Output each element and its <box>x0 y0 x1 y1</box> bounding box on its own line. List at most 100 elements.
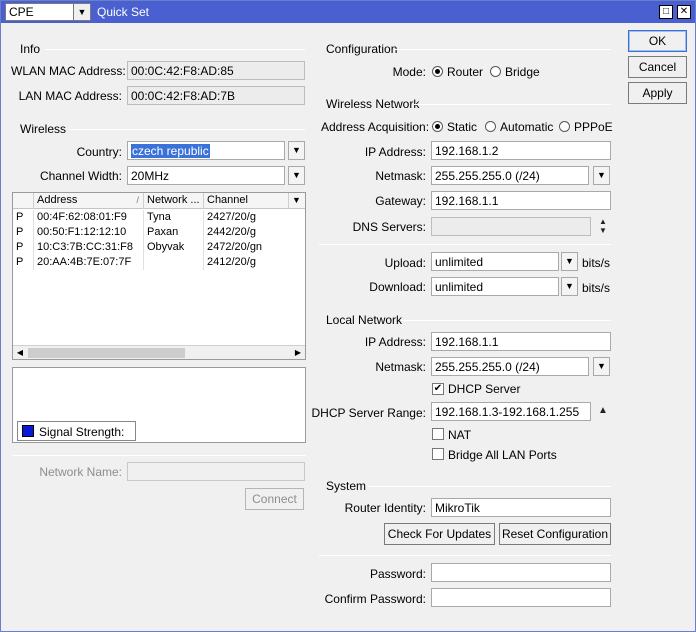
chevron-down-icon: ▼ <box>292 145 301 155</box>
dhcp-range-field[interactable]: 192.168.1.3-192.168.1.255 <box>431 402 591 421</box>
lan-netmask-dropdown-button[interactable]: ▼ <box>593 357 610 376</box>
upload-unit: bits/s <box>582 256 611 270</box>
dhcp-server-checkbox[interactable]: ✔ <box>432 383 444 395</box>
row-address: 00:4F:62:08:01:F9 <box>34 210 144 225</box>
reset-configuration-button[interactable]: Reset Configuration <box>499 523 611 545</box>
connect-button[interactable]: Connect <box>245 488 304 510</box>
download-unit: bits/s <box>582 281 611 295</box>
nat-checkbox[interactable] <box>432 428 444 440</box>
column-header-flag[interactable] <box>13 193 34 209</box>
chevron-down-icon[interactable]: ▼ <box>73 4 90 20</box>
country-select[interactable]: czech republic <box>127 141 285 160</box>
ok-button[interactable]: OK <box>628 30 687 52</box>
local-network-group-label: Local Network <box>326 313 403 327</box>
wireless-network-group-label: Wireless Network <box>326 97 420 111</box>
lan-netmask-label: Netmask: <box>375 360 426 374</box>
acq-static-radio[interactable] <box>432 121 443 132</box>
wan-netmask-select[interactable]: 255.255.255.0 (/24) <box>431 166 589 185</box>
lan-netmask-select[interactable]: 255.255.255.0 (/24) <box>431 357 589 376</box>
dhcp-server-label[interactable]: DHCP Server <box>448 382 520 396</box>
download-label: Download: <box>369 280 426 294</box>
network-name-field[interactable] <box>127 462 305 481</box>
table-row[interactable]: P 20:AA:4B:7E:07:7F 2412/20/g <box>13 255 305 270</box>
scroll-left-icon[interactable]: ◀ <box>14 347 26 359</box>
info-divider <box>45 49 305 50</box>
gateway-field[interactable]: 192.168.1.1 <box>431 191 611 210</box>
confirm-password-field[interactable] <box>431 588 611 607</box>
mode-preset-select[interactable]: CPE ▼ <box>5 3 91 21</box>
upload-label: Upload: <box>384 256 426 270</box>
network-name-label: Network Name: <box>39 465 122 479</box>
table-header: Address / Network ... Channel ▼ <box>13 193 305 209</box>
signal-legend-label: Signal Strength: <box>39 425 125 439</box>
bandwidth-divider <box>319 244 611 245</box>
password-divider <box>319 555 611 556</box>
wan-ip-field[interactable]: 192.168.1.2 <box>431 141 611 160</box>
country-label: Country: <box>76 145 122 159</box>
row-address: 20:AA:4B:7E:07:7F <box>34 255 144 270</box>
channel-width-select[interactable]: 20MHz <box>127 166 285 185</box>
row-flag: P <box>13 225 34 240</box>
horizontal-scrollbar[interactable]: ◀ ▶ <box>13 345 305 359</box>
system-group-label: System <box>326 479 367 493</box>
wan-ip-label: IP Address: <box>364 145 426 159</box>
mode-bridge-label[interactable]: Bridge <box>505 65 540 79</box>
column-header-channel[interactable]: Channel <box>204 193 289 209</box>
close-icon: ✕ <box>679 6 689 17</box>
scroll-thumb[interactable] <box>28 348 185 358</box>
dns-servers-field[interactable] <box>431 217 591 236</box>
table-row[interactable]: P 10:C3:7B:CC:31:F8 Obyvak 2472/20/gn <box>13 240 305 255</box>
upload-dropdown-button[interactable]: ▼ <box>561 252 578 271</box>
download-select[interactable]: unlimited <box>431 277 559 296</box>
gateway-label: Gateway: <box>375 194 426 208</box>
channel-width-dropdown-button[interactable]: ▼ <box>288 166 305 185</box>
maximize-button[interactable]: □ <box>659 5 673 19</box>
router-identity-field[interactable]: MikroTik <box>431 498 611 517</box>
row-flag: P <box>13 240 34 255</box>
mode-label: Mode: <box>392 65 426 79</box>
mode-router-radio[interactable] <box>432 66 443 77</box>
address-acquisition-label: Address Acquisition: <box>321 120 430 134</box>
row-channel: 2442/20/g <box>207 226 256 238</box>
wan-netmask-dropdown-button[interactable]: ▼ <box>593 166 610 185</box>
acq-pppoe-label[interactable]: PPPoE <box>574 120 613 134</box>
nat-label[interactable]: NAT <box>448 428 471 442</box>
chevron-down-icon: ▼ <box>565 256 574 266</box>
column-menu-button[interactable]: ▼ <box>289 193 305 209</box>
apply-button[interactable]: Apply <box>628 82 687 104</box>
acq-automatic-radio[interactable] <box>485 121 496 132</box>
mode-router-label[interactable]: Router <box>447 65 483 79</box>
mode-bridge-radio[interactable] <box>490 66 501 77</box>
upload-select[interactable]: unlimited <box>431 252 559 271</box>
column-header-address[interactable]: Address / <box>34 193 144 209</box>
network-divider <box>12 455 306 456</box>
table-row[interactable]: P 00:4F:62:08:01:F9 Tyna 2427/20/g <box>13 210 305 225</box>
acq-pppoe-radio[interactable] <box>559 121 570 132</box>
chevron-down-icon: ▼ <box>292 170 301 180</box>
bridge-all-label[interactable]: Bridge All LAN Ports <box>448 448 557 462</box>
column-header-address-label: Address <box>37 194 78 206</box>
row-channel: 2472/20/gn <box>207 241 263 253</box>
acq-static-label[interactable]: Static <box>447 120 477 134</box>
table-row[interactable]: P 00:50:F1:12:12:10 Paxan 2442/20/g <box>13 225 305 240</box>
scan-list-table: Address / Network ... Channel ▼ P 00:4F:6… <box>12 192 306 360</box>
lan-ip-field[interactable]: 192.168.1.1 <box>431 332 611 351</box>
row-network: Paxan <box>144 225 204 240</box>
cancel-button[interactable]: Cancel <box>628 56 687 78</box>
dns-servers-updown-icon[interactable]: ▲ ▼ <box>597 217 609 236</box>
checkmark-icon: ✔ <box>433 383 443 394</box>
acq-automatic-label[interactable]: Automatic <box>500 120 553 134</box>
wireless-network-divider <box>414 104 611 105</box>
scroll-right-icon[interactable]: ▶ <box>292 347 304 359</box>
download-dropdown-button[interactable]: ▼ <box>561 277 578 296</box>
lan-mac-label: LAN MAC Address: <box>18 89 122 103</box>
password-field[interactable] <box>431 563 611 582</box>
bridge-all-checkbox[interactable] <box>432 448 444 460</box>
row-network: Tyna <box>144 210 204 225</box>
check-updates-button[interactable]: Check For Updates <box>384 523 495 545</box>
country-dropdown-button[interactable]: ▼ <box>288 141 305 160</box>
wireless-group-label: Wireless <box>20 122 67 136</box>
close-button[interactable]: ✕ <box>677 5 691 19</box>
dhcp-range-collapse-icon[interactable]: ▲ <box>597 406 609 425</box>
column-header-network[interactable]: Network ... <box>144 193 204 209</box>
